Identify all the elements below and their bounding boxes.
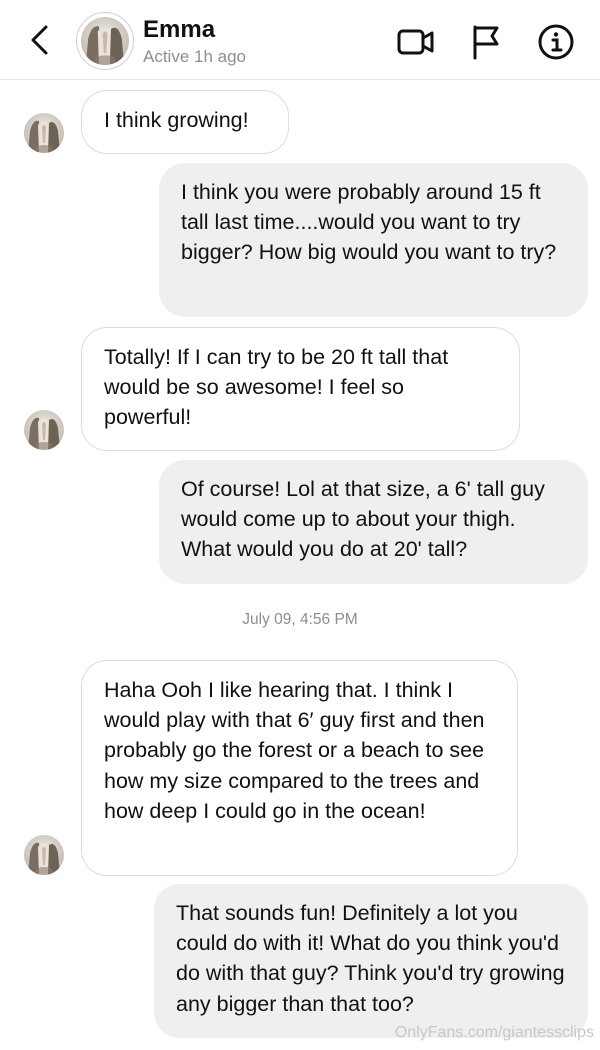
avatar-photo	[81, 17, 129, 65]
chat-header: Emma Active 1h ago	[0, 0, 600, 80]
watermark: OnlyFans.com/giantessclips	[394, 1024, 594, 1041]
flag-icon[interactable]	[466, 22, 506, 62]
sent-message-bubble[interactable]: Of course! Lol at that size, a 6' tall g…	[159, 460, 588, 584]
active-status: Active 1h ago	[143, 47, 247, 66]
back-chevron-icon[interactable]	[24, 22, 58, 58]
video-call-icon[interactable]	[396, 22, 436, 62]
received-message-bubble[interactable]: Totally! If I can try to be 20 ft tall t…	[81, 327, 520, 451]
sent-message-bubble[interactable]: I think you were probably around 15 ft t…	[159, 163, 588, 317]
sender-avatar[interactable]	[24, 113, 64, 153]
message-timestamp: July 09, 4:56 PM	[242, 611, 358, 628]
info-icon[interactable]	[536, 22, 576, 62]
received-message-bubble[interactable]: I think growing!	[81, 90, 289, 154]
received-message-bubble[interactable]: Haha Ooh I like hearing that. I think I …	[81, 660, 518, 876]
sent-message-bubble[interactable]: That sounds fun! Definitely a lot you co…	[154, 884, 588, 1038]
contact-name[interactable]: Emma	[143, 16, 215, 44]
contact-avatar[interactable]	[76, 12, 134, 70]
sender-avatar[interactable]	[24, 410, 64, 450]
sender-avatar[interactable]	[24, 835, 64, 875]
